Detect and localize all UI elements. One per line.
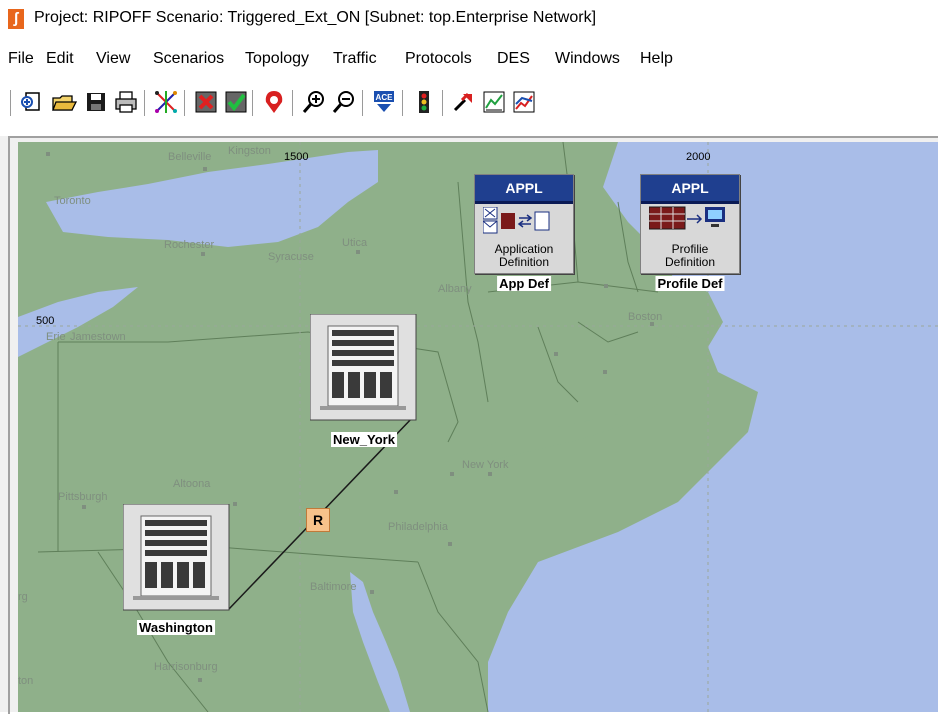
coord-label-1500: 1500	[284, 151, 308, 163]
profile-definition-node[interactable]: APPL Profilie Definition	[640, 174, 740, 274]
city-label-utica: Utica	[342, 237, 368, 249]
menu-help[interactable]: Help	[640, 50, 673, 68]
coord-label-500: 500	[36, 315, 54, 327]
city-label-syracuse: Syracuse	[268, 251, 314, 263]
city-label-toronto: Toronto	[54, 195, 91, 207]
menu-windows[interactable]: Windows	[555, 50, 620, 68]
city-label-albany: Albany	[438, 283, 472, 295]
new-york-subnet-building[interactable]	[310, 314, 418, 422]
web-report-icon[interactable]	[510, 88, 538, 116]
appl-header: APPL	[641, 175, 739, 204]
traffic-light-icon[interactable]	[410, 88, 438, 116]
appl-header: APPL	[475, 175, 573, 204]
view-results-icon[interactable]	[480, 88, 508, 116]
city-label-altoona: Altoona	[173, 478, 211, 490]
menu-scenarios[interactable]: Scenarios	[153, 50, 224, 68]
save-icon[interactable]	[82, 88, 110, 116]
appl-caption: Application Definition	[475, 243, 573, 269]
city-label-kingston: Kingston	[228, 145, 271, 157]
city-label-new-york: New York	[462, 459, 509, 471]
menu-file[interactable]: File	[8, 50, 34, 68]
zoom-out-icon[interactable]	[330, 88, 358, 116]
washington-subnet-building[interactable]	[123, 504, 231, 612]
appl-caption-line2: Definition	[498, 255, 550, 269]
application-definition-icon	[483, 207, 565, 237]
zoom-in-icon[interactable]	[300, 88, 328, 116]
appl-caption: Profilie Definition	[641, 243, 739, 269]
open-folder-icon[interactable]	[50, 88, 78, 116]
coord-label-2000: 2000	[686, 151, 710, 163]
toolbar-separator	[292, 90, 294, 116]
node-label-profile-def[interactable]: Profile Def	[655, 276, 725, 291]
city-label-harrisonburg: Harrisonburg	[154, 661, 218, 673]
city-label-rochester: Rochester	[164, 239, 214, 251]
toolbar: ACE	[0, 80, 938, 130]
menu-edit[interactable]: Edit	[46, 50, 74, 68]
city-label-boston: Boston	[628, 311, 662, 323]
city-label-philadelphia: Philadelphia	[388, 521, 449, 533]
node-label-washington[interactable]: Washington	[137, 620, 215, 635]
configure-run-simulation-icon[interactable]	[450, 88, 478, 116]
application-definition-node[interactable]: APPL Application Definition	[474, 174, 574, 274]
node-label-app-def[interactable]: App Def	[497, 276, 551, 291]
title-bar: ʃ Project: RIPOFF Scenario: Triggered_Ex…	[0, 0, 938, 40]
toolbar-separator	[10, 90, 12, 116]
toolbar-separator	[144, 90, 146, 116]
menu-des[interactable]: DES	[497, 50, 530, 68]
city-label-erie: Erie	[46, 331, 66, 343]
city-label-partial-ton: ton	[18, 675, 33, 687]
verify-links-icon[interactable]	[222, 88, 250, 116]
fail-node-icon[interactable]	[260, 88, 288, 116]
appl-caption-line2: Definition	[664, 255, 716, 269]
city-label-pittsburgh: Pittsburgh	[58, 491, 108, 503]
ace-import-icon[interactable]: ACE	[370, 88, 398, 116]
menu-topology[interactable]: Topology	[245, 50, 309, 68]
project-map[interactable]: 1500 2000 500 Belleville Kingston Toront…	[18, 142, 938, 712]
city-label-belleville: Belleville	[168, 151, 211, 163]
toolbar-separator	[252, 90, 254, 116]
menu-traffic[interactable]: Traffic	[333, 50, 377, 68]
city-label-jamestown: Jamestown	[70, 331, 126, 343]
toolbar-separator	[184, 90, 186, 116]
menu-bar: File Edit View Scenarios Topology Traffi…	[0, 44, 938, 74]
profile-definition-icon	[649, 205, 731, 235]
check-links-icon[interactable]	[192, 88, 220, 116]
link-badge[interactable]: R	[306, 508, 330, 532]
city-label-baltimore: Baltimore	[310, 581, 356, 593]
node-label-new-york[interactable]: New_York	[331, 432, 397, 447]
menu-protocols[interactable]: Protocols	[405, 50, 472, 68]
window-title: Project: RIPOFF Scenario: Triggered_Ext_…	[34, 9, 597, 26]
workspace: 1500 2000 500 Belleville Kingston Toront…	[0, 136, 938, 714]
toolbar-separator	[402, 90, 404, 116]
city-label-partial-rg: rg	[18, 591, 28, 603]
toolbar-separator	[362, 90, 364, 116]
new-project-icon[interactable]	[18, 88, 46, 116]
toolbar-separator	[442, 90, 444, 116]
rapid-configuration-icon[interactable]	[152, 88, 180, 116]
menu-view[interactable]: View	[96, 50, 130, 68]
app-icon[interactable]: ʃ	[8, 9, 24, 29]
print-icon[interactable]	[112, 88, 140, 116]
svg-text:ACE: ACE	[376, 93, 394, 102]
